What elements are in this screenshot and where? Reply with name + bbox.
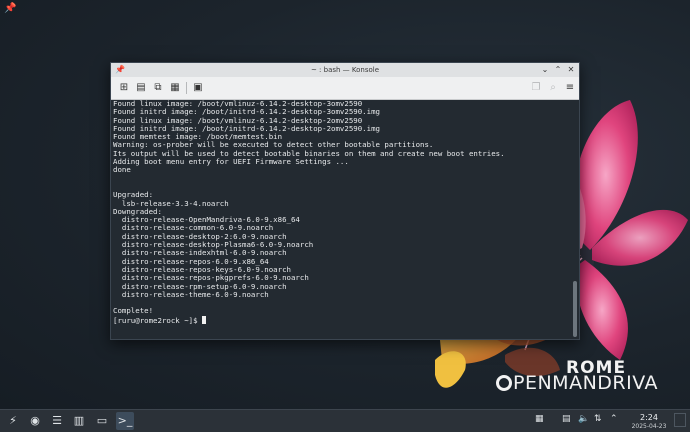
- clock-date[interactable]: 2025-04-23: [628, 423, 670, 430]
- terminal-line: distro-release-theme-6.0-9.noarch: [113, 289, 269, 299]
- app-launcher-icon[interactable]: ⚡: [4, 412, 22, 430]
- text-cursor: [202, 315, 206, 324]
- terminal-lines: Found linux image: /boot/vmlinuz-6.14.2-…: [111, 100, 571, 325]
- toolbar-separator: [186, 82, 187, 94]
- file-manager-icon[interactable]: ▭: [93, 412, 111, 430]
- desktop-pin-icon[interactable]: 📌: [4, 3, 16, 14]
- taskbar: ⚡ ◉ ☰ ▥ ▭ >_ ▦ ▤ 🔈 ⇅ ⌃ 2:24 2025-04-23: [0, 409, 690, 432]
- desktop: 📌 ROME PENMANDRIVA 📌 ~: bash — Konsole …: [0, 0, 690, 409]
- pager-icon[interactable]: ▦: [535, 414, 544, 424]
- konsole-toolbar: ⊞ ▤ ⧉ ▦ ▣ ❐ ⌕ ≡: [111, 77, 579, 100]
- paste-icon[interactable]: ▦: [168, 81, 182, 95]
- terminal-line: Adding boot menu entry for UEFI Firmware…: [113, 157, 349, 167]
- discover-store-icon[interactable]: ▥: [70, 412, 88, 430]
- konsole-icon[interactable]: >_: [116, 412, 134, 430]
- openmandriva-ring-icon: [496, 375, 512, 391]
- volume-icon[interactable]: 🔈: [578, 414, 589, 424]
- close-button[interactable]: ✕: [565, 64, 577, 76]
- konsole-window[interactable]: 📌 ~ : bash — Konsole ⌄ ⌃ ✕ ⊞ ▤ ⧉ ▦ ▣ ❐ ⌕…: [110, 62, 580, 340]
- show-desktop-button[interactable]: [674, 413, 686, 427]
- window-title: ~ : bash — Konsole: [310, 66, 380, 74]
- system-settings-icon[interactable]: ☰: [48, 412, 66, 430]
- copy-icon[interactable]: ⧉: [151, 81, 165, 95]
- expand-tray-icon[interactable]: ⌃: [610, 414, 618, 424]
- clock-time[interactable]: 2:24: [632, 413, 666, 422]
- find-icon[interactable]: ▣: [191, 81, 205, 95]
- minimize-button[interactable]: ⌄: [539, 64, 551, 76]
- maximize-button[interactable]: ⌃: [552, 64, 564, 76]
- shell-prompt[interactable]: [ruru@rome2rock ~]$: [113, 316, 202, 325]
- brand-openmandriva-logo: PENMANDRIVA: [496, 372, 658, 394]
- new-tab-icon[interactable]: ⊞: [117, 81, 131, 95]
- brand-openmandriva-text: PENMANDRIVA: [513, 372, 658, 394]
- chromium-icon[interactable]: ◉: [26, 412, 44, 430]
- scrollbar-thumb[interactable]: [573, 281, 577, 337]
- terminal-line: Complete!: [113, 306, 154, 316]
- window-titlebar[interactable]: 📌 ~ : bash — Konsole ⌄ ⌃ ✕: [111, 63, 579, 77]
- terminal-line: done: [113, 165, 131, 175]
- bookmark-icon[interactable]: ❐: [529, 81, 543, 95]
- clipboard-icon[interactable]: ▤: [562, 414, 571, 424]
- terminal-output[interactable]: Found linux image: /boot/vmlinuz-6.14.2-…: [111, 100, 571, 339]
- network-icon[interactable]: ⇅: [594, 414, 602, 424]
- zoom-icon[interactable]: ⌕: [546, 81, 560, 95]
- terminal-scrollbar[interactable]: [571, 100, 579, 339]
- hamburger-menu-icon[interactable]: ≡: [563, 81, 577, 95]
- split-view-icon[interactable]: ▤: [134, 81, 148, 95]
